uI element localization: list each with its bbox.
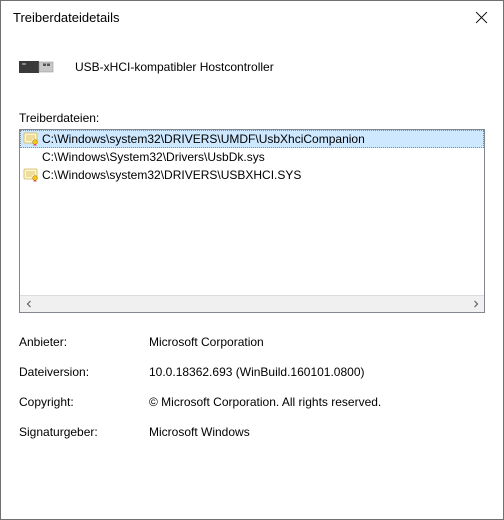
copyright-value: © Microsoft Corporation. All rights rese… [149, 395, 485, 409]
signer-value: Microsoft Windows [149, 425, 485, 439]
dialog-window: Treiberdateidetails USB-xHCI-kompatibler… [0, 0, 504, 520]
certificate-icon [22, 130, 40, 148]
horizontal-scrollbar[interactable] [20, 295, 484, 312]
titlebar: Treiberdateidetails [1, 1, 503, 33]
scroll-right-button[interactable] [467, 296, 484, 312]
usb-connector-icon [19, 53, 59, 81]
content-area: USB-xHCI-kompatibler Hostcontroller Trei… [1, 33, 503, 519]
chevron-right-icon [472, 300, 480, 308]
signer-label: Signaturgeber: [19, 425, 149, 439]
list-item[interactable]: C:\Windows\system32\DRIVERS\UMDF\UsbXhci… [20, 130, 484, 148]
provider-row: Anbieter: Microsoft Corporation [19, 335, 485, 349]
device-name: USB-xHCI-kompatibler Hostcontroller [75, 60, 274, 74]
list-item[interactable]: C:\Windows\System32\Drivers\UsbDk.sys [20, 148, 484, 166]
chevron-left-icon [25, 300, 33, 308]
driver-files-listbox[interactable]: C:\Windows\system32\DRIVERS\UMDF\UsbXhci… [19, 129, 485, 313]
copyright-label: Copyright: [19, 395, 149, 409]
signer-row: Signaturgeber: Microsoft Windows [19, 425, 485, 439]
file-path: C:\Windows\System32\Drivers\UsbDk.sys [42, 150, 265, 164]
certificate-icon [22, 148, 40, 166]
version-row: Dateiversion: 10.0.18362.693 (WinBuild.1… [19, 365, 485, 379]
version-value: 10.0.18362.693 (WinBuild.160101.0800) [149, 365, 485, 379]
provider-label: Anbieter: [19, 335, 149, 349]
window-title: Treiberdateidetails [13, 10, 119, 25]
close-icon [475, 11, 488, 24]
scroll-left-button[interactable] [20, 296, 37, 312]
version-label: Dateiversion: [19, 365, 149, 379]
file-path: C:\Windows\system32\DRIVERS\USBXHCI.SYS [42, 168, 301, 182]
file-path: C:\Windows\system32\DRIVERS\UMDF\UsbXhci… [42, 132, 365, 146]
provider-value: Microsoft Corporation [149, 335, 485, 349]
file-details-section: Anbieter: Microsoft Corporation Dateiver… [19, 335, 485, 455]
device-header: USB-xHCI-kompatibler Hostcontroller [19, 53, 485, 81]
close-button[interactable] [467, 3, 495, 31]
certificate-icon [22, 166, 40, 184]
files-label: Treiberdateien: [19, 111, 485, 125]
list-item[interactable]: C:\Windows\system32\DRIVERS\USBXHCI.SYS [20, 166, 484, 184]
copyright-row: Copyright: © Microsoft Corporation. All … [19, 395, 485, 409]
